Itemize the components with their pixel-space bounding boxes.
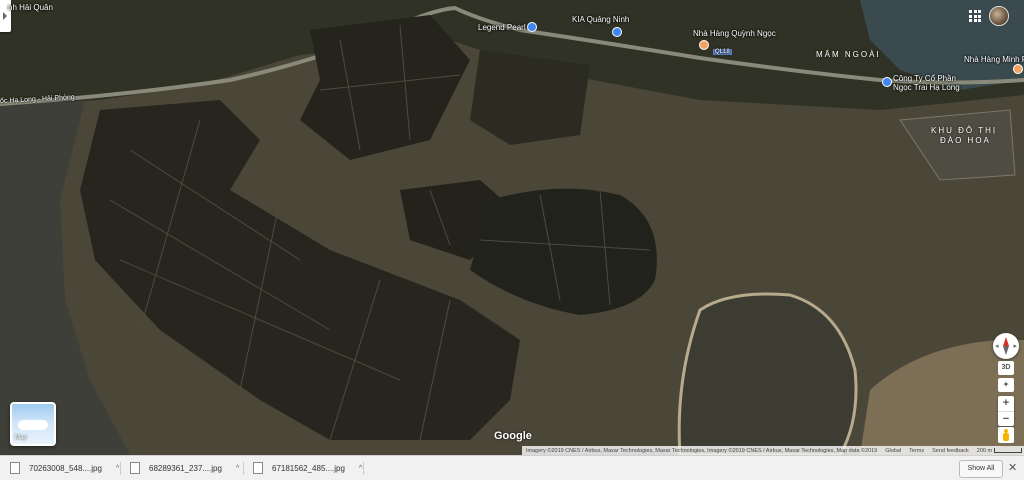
toggle-3d-button[interactable]: 3D [998, 361, 1014, 375]
restaurant-pin-icon[interactable] [699, 40, 709, 50]
rotate-right-button[interactable]: ▸ [1013, 342, 1017, 350]
place-label-quynh-ngoc[interactable]: Nhà Hàng Quỳnh Ngọc [693, 29, 776, 38]
download-item[interactable]: 70263008_548....jpg ^ [10, 461, 119, 475]
footer-link-feedback[interactable]: Send feedback [932, 448, 969, 454]
account-avatar[interactable] [989, 6, 1009, 26]
download-filename: 67181562_485....jpg [272, 463, 345, 473]
download-filename: 68289361_237....jpg [149, 463, 222, 473]
place-label-cong-ty-2[interactable]: Ngọc Trai Hạ Long [893, 83, 960, 92]
download-menu-caret-icon[interactable]: ^ [359, 465, 362, 472]
restaurant-pin-icon[interactable] [1013, 64, 1023, 74]
zoom-control: + − [998, 396, 1014, 426]
file-icon [130, 462, 140, 474]
divider [120, 462, 121, 475]
show-all-downloads-button[interactable]: Show All [959, 460, 1003, 478]
downloads-bar: 70263008_548....jpg ^ 68289361_237....jp… [0, 455, 1024, 480]
download-item[interactable]: 68289361_237....jpg ^ [130, 461, 239, 475]
place-label-legend-pearl[interactable]: Legend Pearl [478, 23, 526, 32]
rotate-left-button[interactable]: ◂ [995, 342, 999, 350]
zoom-out-button[interactable]: − [998, 411, 1014, 427]
map-layer-toggle[interactable]: Map [10, 402, 56, 446]
scale-label: 200 m [976, 447, 993, 454]
footer-link-terms[interactable]: Terms [909, 448, 924, 454]
area-label-khu-do-thi: KHU ĐÔ THỊ [931, 126, 998, 135]
close-downloads-bar-icon[interactable]: ✕ [1008, 461, 1017, 474]
place-label-cong-ty-1[interactable]: Công Ty Cổ Phần [893, 74, 956, 83]
google-logo: Google [494, 430, 532, 442]
pegman-street-view-icon[interactable] [998, 427, 1014, 443]
footer-link-global[interactable]: Global [885, 448, 901, 454]
road-shield-ql18: QL18 [713, 49, 732, 55]
place-label-kia[interactable]: KIA Quảng Ninh [572, 15, 629, 24]
place-label-hai-quan[interactable]: nh Hải Quân [8, 3, 53, 12]
compass-control[interactable]: ◂ ▸ [993, 333, 1019, 359]
apps-grid-icon[interactable] [969, 10, 981, 22]
area-label-dao-hoa: ĐÀO HOA [940, 136, 991, 145]
satellite-map[interactable]: nh Hải Quân Legend Pearl KIA Quảng Ninh … [0, 0, 1024, 455]
place-label-minh-ph[interactable]: Nhà Hàng Minh Ph [964, 55, 1024, 64]
map-thumbnail-icon [18, 420, 48, 430]
download-menu-caret-icon[interactable]: ^ [236, 465, 239, 472]
scale-bar[interactable]: 200 m [976, 447, 1023, 454]
attribution-bar: Imagery ©2019 CNES / Airbus, Maxar Techn… [522, 446, 1024, 455]
layer-toggle-label: Map [15, 435, 27, 441]
zoom-in-button[interactable]: + [998, 396, 1014, 411]
file-icon [253, 462, 263, 474]
place-pin-icon[interactable] [527, 22, 537, 32]
divider [363, 462, 364, 475]
tilt-view-button[interactable]: ✦ [998, 378, 1014, 392]
download-filename: 70263008_548....jpg [29, 463, 102, 473]
download-menu-caret-icon[interactable]: ^ [116, 465, 119, 472]
file-icon [10, 462, 20, 474]
compass-south-icon [1003, 346, 1009, 355]
chevron-right-icon [3, 12, 7, 20]
place-pin-icon[interactable] [612, 27, 622, 37]
place-pin-icon[interactable] [882, 77, 892, 87]
divider [243, 462, 244, 475]
attribution-text: Imagery ©2019 CNES / Airbus, Maxar Techn… [526, 447, 878, 454]
download-item[interactable]: 67181562_485....jpg ^ [253, 461, 362, 475]
satellite-imagery [0, 0, 1024, 455]
compass-north-icon [1003, 337, 1009, 346]
area-label-mam-ngoai: MÂM NGOÀI [816, 50, 881, 59]
